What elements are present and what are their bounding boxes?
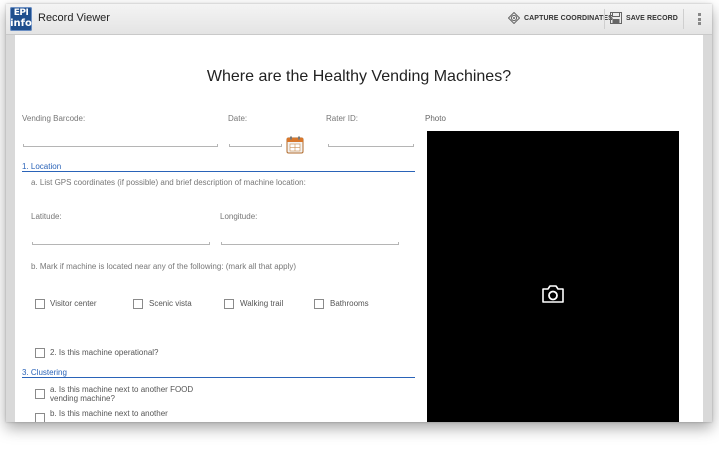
photo-capture-area[interactable]: [427, 131, 679, 422]
section-location-heading: 1. Location: [22, 162, 62, 171]
action-bar: EPI info Record Viewer CAPTURE COORDINAT…: [6, 4, 712, 35]
logo-text-bottom: info: [10, 18, 32, 29]
longitude-label: Longitude:: [220, 212, 258, 221]
rater-id-label: Rater ID:: [326, 114, 359, 123]
app-logo: EPI info: [10, 7, 32, 31]
date-input[interactable]: [229, 144, 282, 147]
bathrooms-label: Bathrooms: [330, 299, 369, 308]
other-machine-checkbox[interactable]: [35, 413, 45, 422]
section-clustering-heading: 3. Clustering: [22, 368, 67, 377]
latitude-input[interactable]: [32, 242, 210, 245]
nearby-question: b. Mark if machine is located near any o…: [31, 262, 297, 271]
latitude-label: Latitude:: [31, 212, 62, 221]
tablet-screen: EPI info Record Viewer CAPTURE COORDINAT…: [6, 4, 712, 422]
walking-trail-checkbox[interactable]: [224, 299, 234, 309]
calendar-icon[interactable]: [286, 136, 304, 154]
gps-question: a. List GPS coordinates (if possible) an…: [31, 178, 306, 187]
date-label: Date:: [228, 114, 248, 123]
walking-trail-label: Walking trail: [240, 299, 284, 308]
floppy-disk-icon: [610, 12, 622, 24]
camera-icon[interactable]: [541, 285, 565, 303]
app-title: Record Viewer: [38, 12, 110, 24]
capture-coordinates-label: CAPTURE COORDINATES: [524, 14, 613, 22]
food-machine-checkbox[interactable]: [35, 389, 45, 399]
form-title: Where are the Healthy Vending Machines?: [206, 68, 512, 85]
photo-label: Photo: [425, 114, 446, 123]
rater-id-input[interactable]: [328, 144, 414, 147]
action-separator: [683, 9, 684, 29]
operational-label: 2. Is this machine operational?: [50, 348, 159, 357]
visitor-center-label: Visitor center: [50, 299, 97, 308]
capture-coordinates-button[interactable]: CAPTURE COORDINATES: [507, 11, 613, 25]
section-location-divider: [22, 171, 415, 172]
visitor-center-checkbox[interactable]: [35, 299, 45, 309]
other-machine-label-line1: b. Is this machine next to another: [50, 409, 168, 418]
save-record-button[interactable]: SAVE RECORD: [610, 12, 678, 24]
action-separator: [604, 9, 605, 29]
vending-barcode-label: Vending Barcode:: [22, 114, 86, 123]
scenic-vista-checkbox[interactable]: [133, 299, 143, 309]
operational-checkbox[interactable]: [35, 348, 45, 358]
crosshair-target-icon: [507, 11, 521, 25]
logo-text-top: EPI: [13, 8, 29, 18]
overflow-menu-icon[interactable]: [698, 13, 702, 26]
scenic-vista-label: Scenic vista: [149, 299, 192, 308]
longitude-input[interactable]: [221, 242, 399, 245]
section-clustering-divider: [22, 377, 415, 378]
food-machine-label-line1: a. Is this machine next to another FOOD: [50, 385, 194, 394]
vending-barcode-input[interactable]: [23, 144, 218, 147]
record-form[interactable]: Where are the Healthy Vending Machines? …: [15, 35, 703, 422]
content-area: Where are the Healthy Vending Machines? …: [6, 35, 712, 422]
save-record-label: SAVE RECORD: [626, 14, 678, 22]
food-machine-label-line2: vending machine?: [50, 394, 115, 403]
bathrooms-checkbox[interactable]: [314, 299, 324, 309]
